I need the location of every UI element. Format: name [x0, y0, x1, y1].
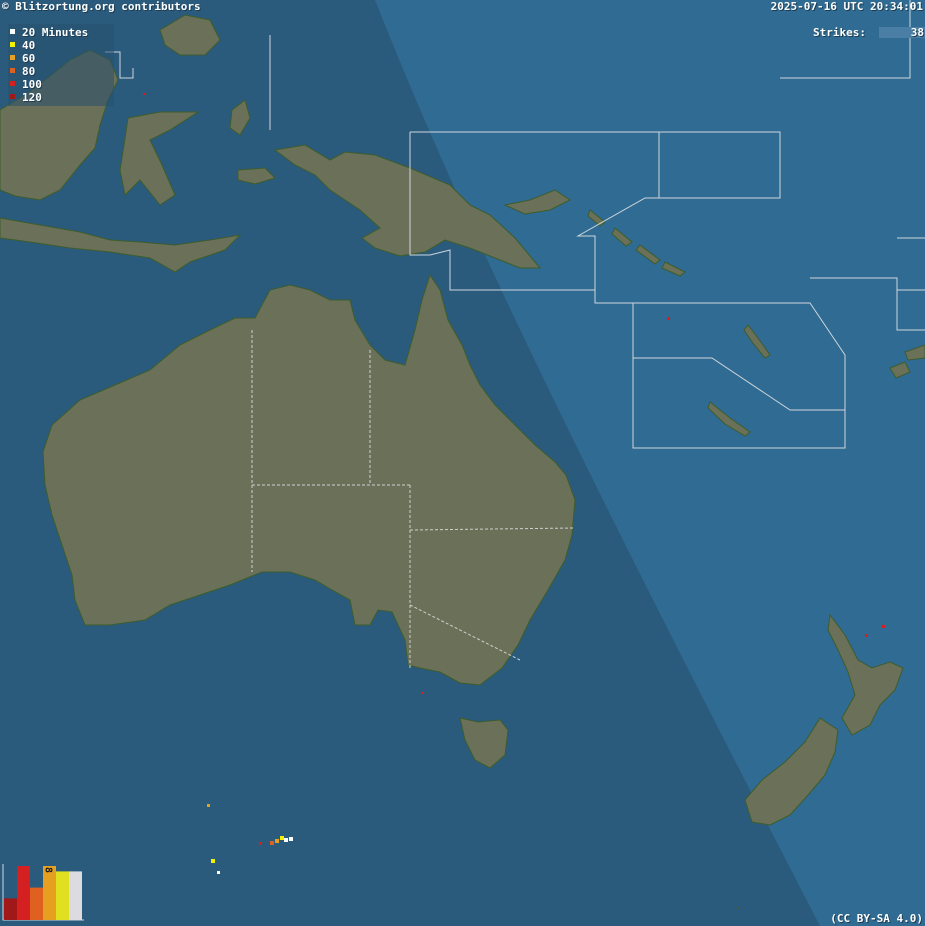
histogram-bar	[17, 866, 30, 920]
histogram-bar	[43, 866, 56, 920]
histogram-bar	[4, 898, 17, 920]
strike-histogram: 8	[2, 864, 84, 921]
strike-marker	[422, 692, 424, 694]
strike-marker	[217, 871, 220, 874]
histogram-bar	[69, 871, 82, 920]
strike-marker	[738, 907, 740, 909]
legend-label: 60	[22, 52, 36, 65]
strikes-value: 38	[910, 26, 924, 39]
histogram-bar	[56, 871, 69, 920]
legend-item: 100	[8, 78, 114, 91]
strike-marker	[270, 841, 274, 845]
legend-label: 40	[22, 39, 36, 52]
legend-label: 120	[22, 91, 42, 104]
new-zealand-south-island	[744, 717, 839, 826]
strike-marker	[284, 838, 288, 842]
new-caledonia	[707, 401, 751, 437]
legend-item: 120	[8, 91, 114, 104]
strike-marker	[275, 839, 279, 843]
legend-item: 80	[8, 65, 114, 78]
license-text: (CC BY-SA 4.0)	[830, 912, 923, 925]
legend-swatch	[10, 29, 15, 34]
vanuatu	[743, 324, 771, 359]
strike-marker	[667, 317, 670, 320]
strike-marker	[143, 93, 145, 95]
legend-label: 20 Minutes	[22, 26, 89, 39]
strike-marker	[289, 837, 293, 841]
map-layer	[0, 0, 925, 926]
legend-item: 20 Minutes	[8, 26, 114, 39]
legend-swatch	[10, 68, 15, 73]
lightning-map[interactable]: © Blitzortung.org contributors 2025-07-1…	[0, 0, 925, 926]
strikes-label: Strikes:	[813, 26, 866, 39]
strike-marker	[259, 842, 262, 845]
legend-label: 80	[22, 65, 36, 78]
legend-swatch	[10, 81, 15, 86]
strike-marker	[207, 804, 210, 807]
legend-item: 60	[8, 52, 114, 65]
legend-swatch	[10, 42, 15, 47]
credit-text: © Blitzortung.org contributors	[2, 0, 201, 13]
legend-swatch	[10, 94, 15, 99]
legend-label: 100	[22, 78, 42, 91]
strikes-counter: Strikes: 38	[813, 26, 925, 39]
strike-marker	[865, 634, 868, 637]
histogram-label: 8	[43, 867, 54, 873]
strike-marker	[211, 859, 215, 863]
new-zealand-north-island	[827, 613, 904, 736]
timestamp: 2025-07-16 UTC 20:34:01	[770, 0, 923, 13]
strike-marker	[280, 836, 284, 840]
strike-marker	[882, 625, 885, 628]
legend-item: 40	[8, 39, 114, 52]
new-britain	[503, 189, 571, 215]
solomon-islands	[587, 209, 686, 277]
histogram-bar	[30, 887, 43, 920]
legend-swatch	[10, 55, 15, 60]
time-legend: 20 Minutes 40 60 80 100 120	[8, 24, 114, 106]
fiji	[889, 344, 925, 379]
